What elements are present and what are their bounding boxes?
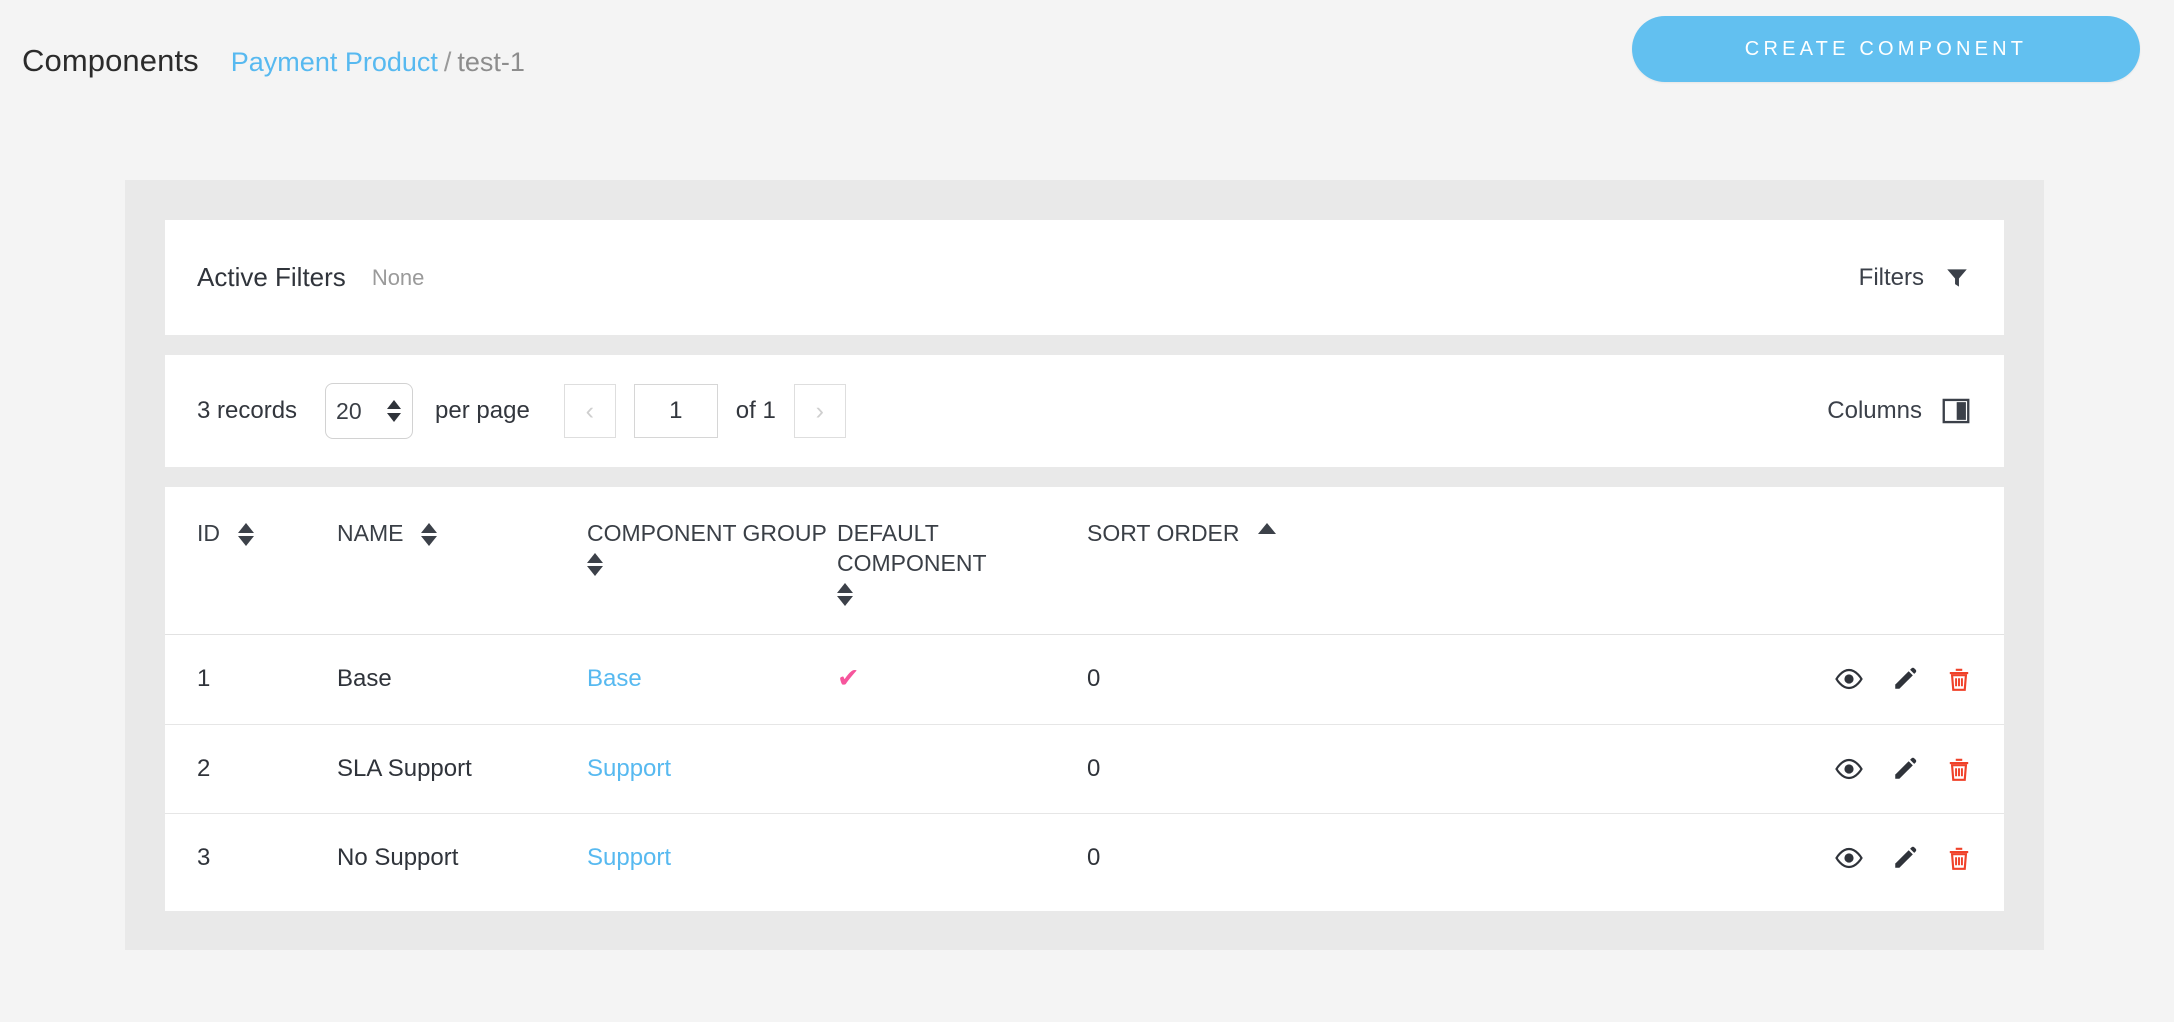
sort-ascending-icon xyxy=(421,523,437,533)
per-page-value: 20 xyxy=(336,398,362,425)
view-icon[interactable] xyxy=(1834,668,1864,690)
page-number-input[interactable] xyxy=(634,384,718,438)
cell-id: 3 xyxy=(165,813,337,902)
cell-name: SLA Support xyxy=(337,724,587,813)
active-filters-bar: Active Filters None Filters xyxy=(165,220,2004,335)
per-page-select[interactable]: 20 xyxy=(325,383,413,439)
cell-name: No Support xyxy=(337,813,587,902)
view-icon[interactable] xyxy=(1834,847,1864,869)
cell-component-group: Support xyxy=(587,813,837,902)
page-title: Components xyxy=(22,43,199,79)
cell-id: 1 xyxy=(165,634,337,724)
column-header-default-component-label: DEFAULT COMPONENT xyxy=(837,519,1087,579)
chevron-up-icon xyxy=(387,400,401,409)
sort-descending-icon xyxy=(837,596,853,606)
row-action-group xyxy=(1587,666,2004,692)
columns-button-label: Columns xyxy=(1827,397,1922,425)
next-page-button[interactable]: › xyxy=(794,384,846,438)
breadcrumb: Components Payment Product/test-1 xyxy=(22,43,525,79)
stepper-arrows-icon[interactable] xyxy=(387,400,401,422)
active-filters-label: Active Filters xyxy=(197,262,346,293)
chevron-down-icon xyxy=(387,413,401,422)
cell-sort-order: 0 xyxy=(1087,724,1587,813)
cell-actions xyxy=(1587,813,2004,902)
cell-default-component xyxy=(837,813,1087,902)
delete-icon[interactable] xyxy=(1946,666,1972,692)
columns-button[interactable]: Columns xyxy=(1827,397,1970,425)
active-filters-value: None xyxy=(372,265,425,291)
column-header-actions xyxy=(1587,487,2004,634)
cell-default-component xyxy=(837,724,1087,813)
page-header: Components Payment Product/test-1 CREATE… xyxy=(0,0,2174,132)
column-header-component-group[interactable]: COMPONENT GROUP xyxy=(587,487,837,634)
column-header-sort-order[interactable]: SORT ORDER xyxy=(1087,487,1587,634)
cell-actions xyxy=(1587,634,2004,724)
column-header-sort-order-label: SORT ORDER xyxy=(1087,519,1240,549)
column-header-id-label: ID xyxy=(197,519,220,549)
sort-ascending-icon xyxy=(238,523,254,533)
cell-component-group: Base xyxy=(587,634,837,724)
delete-icon[interactable] xyxy=(1946,756,1972,782)
content-panel: Active Filters None Filters 3 records 20… xyxy=(125,180,2044,950)
sort-ascending-icon xyxy=(837,583,853,593)
funnel-icon xyxy=(1944,265,1970,291)
row-action-group xyxy=(1587,756,2004,782)
sort-toggle-icon[interactable] xyxy=(587,553,603,576)
table-header-row: ID NAME xyxy=(165,487,2004,634)
columns-icon xyxy=(1942,398,1970,424)
edit-icon[interactable] xyxy=(1892,756,1918,782)
column-header-id[interactable]: ID xyxy=(165,487,337,634)
sort-ascending-active-icon[interactable] xyxy=(1258,523,1276,534)
sort-toggle-icon[interactable] xyxy=(238,523,254,546)
component-group-link[interactable]: Base xyxy=(587,665,642,692)
column-header-component-group-label: COMPONENT GROUP xyxy=(587,519,827,549)
component-group-link[interactable]: Support xyxy=(587,844,671,871)
per-page-label: per page xyxy=(435,397,530,425)
filters-button-label: Filters xyxy=(1859,264,1924,292)
previous-page-button[interactable]: ‹ xyxy=(564,384,616,438)
table-head: ID NAME xyxy=(165,487,2004,634)
components-table: ID NAME xyxy=(165,487,2004,902)
edit-icon[interactable] xyxy=(1892,666,1918,692)
column-header-default-component[interactable]: DEFAULT COMPONENT xyxy=(837,487,1087,634)
table-row[interactable]: 3 No Support Support 0 xyxy=(165,813,2004,902)
breadcrumb-link-payment-product[interactable]: Payment Product xyxy=(231,47,438,77)
record-count: 3 records xyxy=(197,397,297,425)
pagination-bar: 3 records 20 per page ‹ of 1 › Columns xyxy=(165,355,2004,467)
check-icon: ✔ xyxy=(837,663,860,693)
column-header-name[interactable]: NAME xyxy=(337,487,587,634)
table-body: 1 Base Base ✔ 0 xyxy=(165,634,2004,902)
edit-icon[interactable] xyxy=(1892,845,1918,871)
delete-icon[interactable] xyxy=(1946,845,1972,871)
components-table-card: ID NAME xyxy=(165,487,2004,911)
sort-descending-icon xyxy=(421,536,437,546)
breadcrumb-current: test-1 xyxy=(457,47,525,77)
row-action-group xyxy=(1587,845,2004,871)
sort-toggle-icon[interactable] xyxy=(837,583,853,606)
component-group-link[interactable]: Support xyxy=(587,755,671,782)
column-header-name-label: NAME xyxy=(337,519,403,549)
breadcrumb-separator: / xyxy=(438,47,458,77)
view-icon[interactable] xyxy=(1834,758,1864,780)
breadcrumb-trail: Payment Product/test-1 xyxy=(231,47,525,78)
table-row[interactable]: 2 SLA Support Support 0 xyxy=(165,724,2004,813)
table-row[interactable]: 1 Base Base ✔ 0 xyxy=(165,634,2004,724)
sort-descending-icon xyxy=(587,566,603,576)
cell-component-group: Support xyxy=(587,724,837,813)
total-pages-label: of 1 xyxy=(736,397,776,425)
cell-name: Base xyxy=(337,634,587,724)
cell-sort-order: 0 xyxy=(1087,813,1587,902)
cell-default-component: ✔ xyxy=(837,634,1087,724)
sort-descending-icon xyxy=(238,536,254,546)
create-component-button[interactable]: CREATE COMPONENT xyxy=(1632,16,2140,82)
cell-id: 2 xyxy=(165,724,337,813)
sort-ascending-icon xyxy=(587,553,603,563)
cell-sort-order: 0 xyxy=(1087,634,1587,724)
filters-button[interactable]: Filters xyxy=(1859,264,1970,292)
sort-toggle-icon[interactable] xyxy=(421,523,437,546)
cell-actions xyxy=(1587,724,2004,813)
